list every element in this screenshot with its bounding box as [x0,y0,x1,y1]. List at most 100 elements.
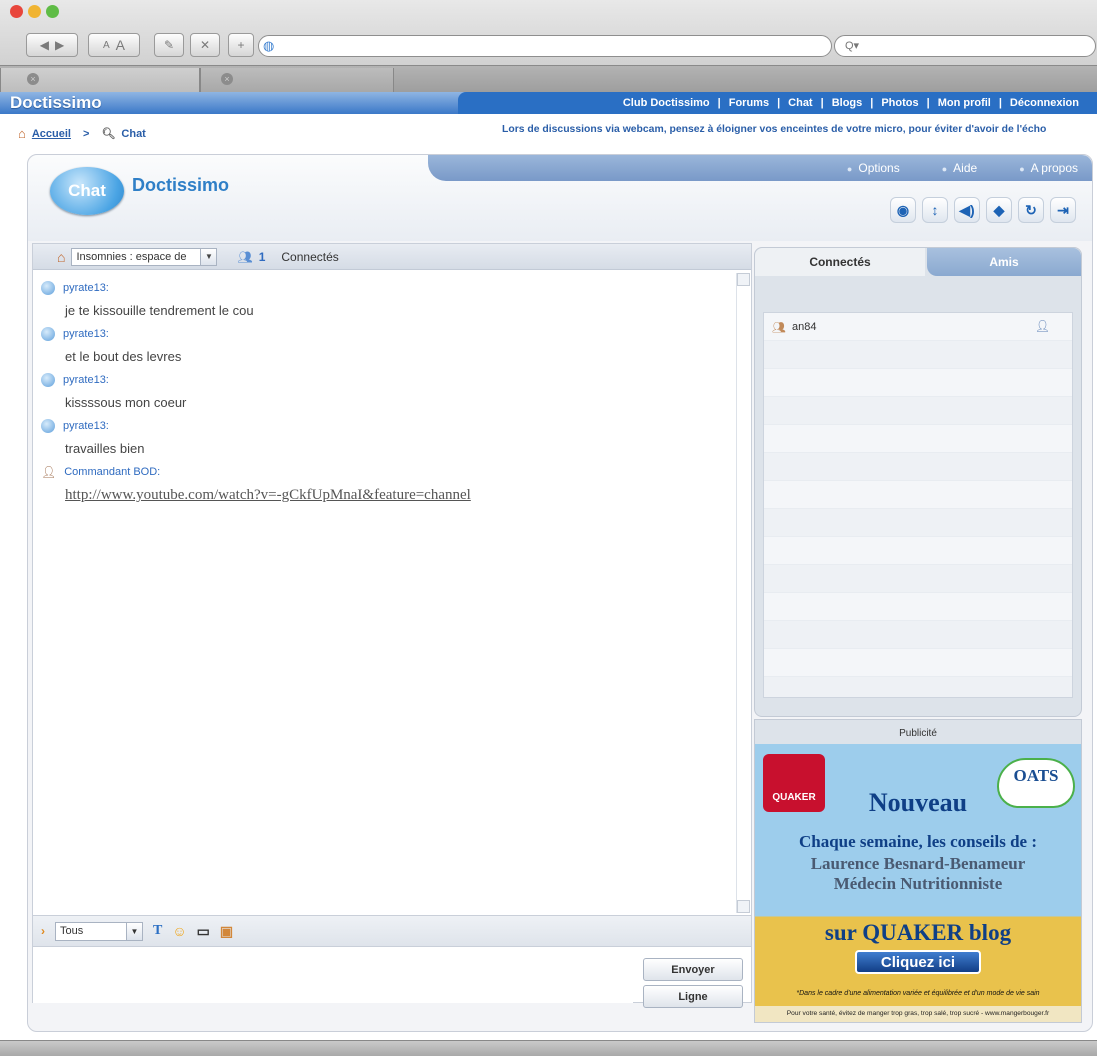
tab-connected[interactable]: Connectés [755,248,925,276]
message-header: pyrate13: [39,279,733,297]
address-bar[interactable]: ◍ [258,35,832,57]
speech-bubble-icon[interactable]: ◆ [986,197,1012,223]
nav-blogs[interactable]: Blogs [832,97,863,109]
forward-arrow-icon[interactable]: ▶ [55,38,64,52]
sound-icon[interactable]: ◀︎) [954,197,980,223]
message-scrollbar[interactable] [736,273,750,913]
breadcrumb-separator: > [83,127,90,140]
message-header: 👤︎ Commandant BOD: [39,463,733,481]
message-author[interactable]: pyrate13: [63,328,109,340]
image-icon[interactable]: ▣ [220,923,233,940]
text-smaller-icon[interactable]: A [103,40,110,51]
message-author[interactable]: Commandant BOD: [64,466,160,478]
nav-logout[interactable]: Déconnexion [1010,97,1079,109]
message-header: pyrate13: [39,325,733,343]
webcam-user-icon[interactable]: 👤︎ [1035,319,1050,333]
tab-friends[interactable]: Amis [927,248,1081,276]
line-button[interactable]: Ligne [643,985,743,1008]
home-room-icon[interactable]: ⌂ [57,249,65,265]
nav-club[interactable]: Club Doctissimo [623,97,710,109]
message-header: pyrate13: [39,417,733,435]
connected-label: Connectés [281,249,339,264]
room-select[interactable]: Insomnies : espace de ▼ [71,247,218,266]
ad-label: Publicité [899,728,937,739]
chat-logo-title: Doctissimo [132,174,230,195]
smiley-icon[interactable]: ☺ [172,923,186,939]
resize-vertical-icon[interactable]: ↕ [922,197,948,223]
tab-close-icon[interactable]: × [27,73,39,85]
scroll-up-button[interactable] [737,273,750,286]
chat-header: ● Options ● Aide ● A propos Chat Doctissimo… [28,155,1092,241]
user-name[interactable]: an84 [792,321,816,333]
quaker-ad[interactable]: QUAKER OATS Nouveau Chaque semaine, les … [755,744,1081,1022]
nav-separator: | [717,97,721,109]
about-link[interactable]: ● A propos [1019,161,1078,175]
help-link[interactable]: ● Aide [942,161,977,175]
ad-line-3: Médecin Nutritionniste [833,874,1003,893]
chevron-down-icon[interactable]: ▼ [200,248,217,265]
zoom-window-button[interactable] [46,5,59,18]
webcam-icon[interactable]: ◉ [890,197,916,223]
options-link[interactable]: ● Options [847,161,900,175]
chevron-right-icon: › [41,924,45,938]
chat-panel: ⌂ Insomnies : espace de ▼ 👥︎ 1 Connectés… [32,243,752,1008]
scroll-down-button[interactable] [737,900,750,913]
nav-separator: | [926,97,930,109]
chevron-down-icon[interactable]: ▼ [126,922,142,940]
tab-strip: × × [0,65,1097,92]
tab-close-icon[interactable]: × [221,73,233,85]
breadcrumb-current: Chat [121,127,146,140]
text-bigger-icon[interactable]: A [116,37,125,53]
back-arrow-icon[interactable]: ◀ [40,38,49,52]
breadcrumb-home[interactable]: Accueil [32,128,71,140]
message-link[interactable]: http://www.youtube.com/watch?v=-gCkfUpMn… [39,487,733,504]
nav-chat[interactable]: Chat [788,97,812,109]
site-header: Doctissimo Club Doctissimo | Forums | Chat… [0,92,1097,114]
users-icon: 👥︎ [237,249,253,264]
site-logo[interactable]: Doctissimo [10,93,102,113]
browser-tab-2[interactable]: × [200,68,394,92]
user-bubble-icon [41,419,55,433]
send-button[interactable]: Envoyer [643,958,743,981]
new-tab-button[interactable]: + [228,33,254,57]
text-format-icon[interactable]: T [153,923,162,939]
chat-logo-bubble: Chat [50,167,124,215]
message-text: kissssous mon coeur [65,395,187,410]
breadcrumb: ⌂ Accueil > 🔍︎ Chat [18,126,146,141]
nav-profile[interactable]: Mon profil [938,97,991,109]
ad-health-notice: Pour votre santé, évitez de manger trop … [755,1006,1081,1022]
nav-separator: | [870,97,874,109]
chat-logo: Chat Doctissimo [50,167,229,215]
room-select-value: Insomnies : espace de [76,250,187,263]
nav-photos[interactable]: Photos [881,97,918,109]
exit-icon[interactable]: ⇥ [1050,197,1076,223]
options-bar: ● Options ● Aide ● A propos [428,155,1092,181]
back-forward-buttons[interactable]: ◀ ▶ [26,33,78,57]
chat-app: ● Options ● Aide ● A propos Chat Doctissimo… [27,154,1093,1032]
refresh-icon[interactable]: ↻ [1018,197,1044,223]
message-author[interactable]: pyrate13: [63,420,109,432]
stop-button[interactable]: ✕ [190,33,220,57]
nav-forums[interactable]: Forums [729,97,769,109]
search-field[interactable]: Q▾ [834,35,1096,57]
browser-tab-1[interactable]: × [0,68,200,92]
message-input[interactable] [33,948,633,1003]
globe-icon: ◍ [263,38,275,53]
recipient-select[interactable]: Tous ▼ [55,921,143,941]
plus-icon: + [237,38,245,52]
ad-cta-button[interactable]: Cliquez ici [855,950,981,974]
connected-count: 1 [258,249,266,264]
minimize-window-button[interactable] [28,5,41,18]
message-author[interactable]: pyrate13: [63,282,109,294]
user-row[interactable]: 👥︎ an84 👤︎ [764,313,1072,341]
home-icon: ⌂ [18,126,26,141]
text-size-buttons[interactable]: AA [88,33,140,57]
message-author[interactable]: pyrate13: [63,374,109,386]
screen-icon[interactable]: ▭ [197,923,210,940]
compose-toolbar: › Tous ▼ T ☺ ▭ ▣ [33,915,751,947]
pencil-icon: ✎ [163,38,175,52]
close-window-button[interactable] [10,5,23,18]
chat-magnifier-icon: 🔍︎ [101,128,116,140]
edit-button[interactable]: ✎ [154,33,184,57]
room-bar: ⌂ Insomnies : espace de ▼ 👥︎ 1 Connectés [33,244,751,270]
